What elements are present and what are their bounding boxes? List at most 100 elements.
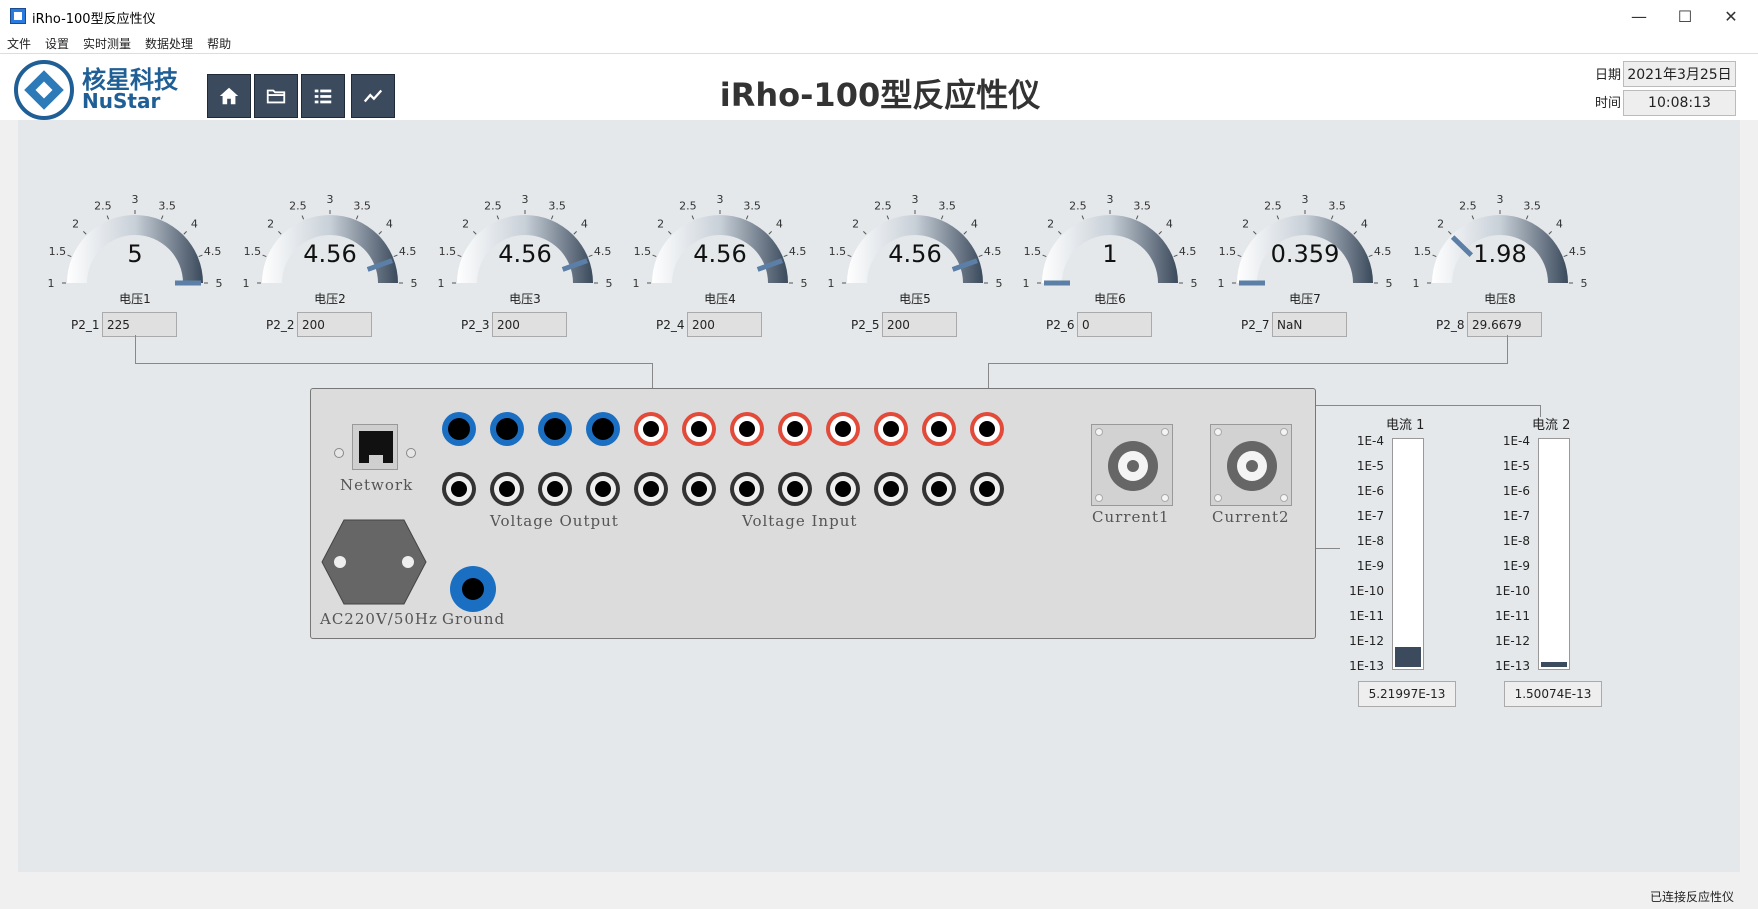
connector-line <box>135 363 652 364</box>
red-jack-icon[interactable] <box>682 412 716 446</box>
folder-button[interactable] <box>254 74 298 118</box>
gauge-tick <box>183 231 187 235</box>
gauge-value: 5 <box>127 240 143 268</box>
menu-realtime[interactable]: 实时测量 <box>76 32 138 53</box>
gauge-tick-label: 2.5 <box>1264 199 1282 212</box>
red-jack-icon[interactable] <box>730 412 764 446</box>
red-jack-icon[interactable] <box>970 412 1004 446</box>
maximize-button[interactable]: ☐ <box>1662 0 1708 32</box>
current-tick-label: 1E-12 <box>1349 634 1384 648</box>
gauge-tick <box>1276 215 1280 220</box>
voltage-input-label: Voltage Input <box>742 512 858 530</box>
status-bar <box>0 885 1758 909</box>
home-icon <box>219 87 239 105</box>
blue-jack-icon[interactable] <box>490 412 524 446</box>
network-label: Network <box>340 476 414 494</box>
gauge-tick <box>963 231 967 235</box>
current-value-field: 1.50074E-13 <box>1504 681 1602 707</box>
param-field[interactable]: 225 <box>102 312 177 337</box>
gauge-tick-label: 2 <box>852 218 859 231</box>
gauge-tick-label: 1 <box>1023 277 1030 288</box>
red-jack-icon[interactable] <box>874 412 908 446</box>
param-field[interactable]: 0 <box>1077 312 1152 337</box>
gauge-tick <box>1081 215 1085 220</box>
menu-bar: 文件 设置 实时测量 数据处理 帮助 <box>0 32 1758 54</box>
gauge-tick <box>745 215 749 220</box>
menu-file[interactable]: 文件 <box>0 32 38 53</box>
gray-jack-icon[interactable] <box>826 472 860 506</box>
gauge-tick-label: 4 <box>776 218 783 231</box>
current1-bnc-connector-icon[interactable] <box>1091 424 1173 506</box>
blue-jack-icon[interactable] <box>538 412 572 446</box>
voltage-gauge: 1 1.5 2 2.5 3 3.5 4 4.5 5 5 电压1 <box>45 178 225 328</box>
blue-jack-icon[interactable] <box>442 412 476 446</box>
gauge-tick <box>301 215 305 220</box>
gauge-tick <box>1135 215 1139 220</box>
menu-settings[interactable]: 设置 <box>38 32 76 53</box>
gauge-tick-label: 1 <box>633 277 640 288</box>
gauge-tick-label: 3.5 <box>158 199 176 212</box>
gauge-tick <box>160 215 164 220</box>
param-field[interactable]: 29.6679 <box>1467 312 1542 337</box>
gray-jack-icon[interactable] <box>586 472 620 506</box>
voltage-gauge: 1 1.5 2 2.5 3 3.5 4 4.5 5 4.56 电压2 <box>240 178 420 328</box>
gauge-tick-label: 5 <box>606 277 613 288</box>
gray-jack-icon[interactable] <box>442 472 476 506</box>
gauge-tick-label: 3 <box>1302 193 1309 206</box>
menu-data-processing[interactable]: 数据处理 <box>138 32 200 53</box>
list-button[interactable] <box>301 74 345 118</box>
gauge-label: 电压5 <box>899 292 931 306</box>
gray-jack-icon[interactable] <box>778 472 812 506</box>
param-field[interactable]: 200 <box>687 312 762 337</box>
gauge-tick <box>668 231 672 235</box>
red-jack-icon[interactable] <box>778 412 812 446</box>
gauge-tick <box>691 215 695 220</box>
param-field[interactable]: 200 <box>882 312 957 337</box>
red-jack-icon[interactable] <box>826 412 860 446</box>
ground-label: Ground <box>442 610 506 628</box>
red-jack-icon[interactable] <box>634 412 668 446</box>
trend-button[interactable] <box>351 74 395 118</box>
gray-jack-icon[interactable] <box>922 472 956 506</box>
param-field[interactable]: 200 <box>492 312 567 337</box>
menu-help[interactable]: 帮助 <box>200 32 238 53</box>
gauge-tick <box>83 231 87 235</box>
gauge-tick <box>573 231 577 235</box>
gray-jack-icon[interactable] <box>970 472 1004 506</box>
ground-jack-icon[interactable] <box>450 566 496 612</box>
param-field[interactable]: NaN <box>1272 312 1347 337</box>
red-jack-icon[interactable] <box>922 412 956 446</box>
current2-bnc-connector-icon[interactable] <box>1210 424 1292 506</box>
gauge-tick-label: 2.5 <box>94 199 112 212</box>
current-tick-label: 1E-13 <box>1495 659 1530 673</box>
page-title: iRho-100型反应性仪 <box>719 76 1041 114</box>
current-tick-label: 1E-12 <box>1495 634 1530 648</box>
voltage-output-label: Voltage Output <box>490 512 619 530</box>
gauge-tick <box>1058 231 1062 235</box>
power-connector-icon <box>321 519 427 605</box>
gray-jack-icon[interactable] <box>634 472 668 506</box>
close-button[interactable]: ✕ <box>1708 0 1754 32</box>
current-bar <box>1538 438 1570 670</box>
gray-jack-icon[interactable] <box>490 472 524 506</box>
gauge-tick-label: 5 <box>216 277 223 288</box>
gauge-tick-label: 2.5 <box>1459 199 1477 212</box>
gauge-tick-label: 4 <box>581 218 588 231</box>
gauge-tick-label: 2 <box>1242 218 1249 231</box>
gauge-tick-label: 4 <box>1361 218 1368 231</box>
home-button[interactable] <box>207 74 251 118</box>
gauge-label: 电压3 <box>509 292 541 306</box>
current-tick-label: 1E-6 <box>1356 484 1384 498</box>
gray-jack-icon[interactable] <box>730 472 764 506</box>
param-field[interactable]: 200 <box>297 312 372 337</box>
gray-jack-icon[interactable] <box>874 472 908 506</box>
gauge-tick-label: 1 <box>828 277 835 288</box>
gauge-tick-label: 3 <box>912 193 919 206</box>
current-tick-label: 1E-6 <box>1502 484 1530 498</box>
minimize-button[interactable]: — <box>1616 0 1662 32</box>
gray-jack-icon[interactable] <box>538 472 572 506</box>
blue-jack-icon[interactable] <box>586 412 620 446</box>
gauge-tick-label: 5 <box>1386 277 1393 288</box>
gray-jack-icon[interactable] <box>682 472 716 506</box>
power-label: AC220V/50Hz <box>320 610 438 628</box>
